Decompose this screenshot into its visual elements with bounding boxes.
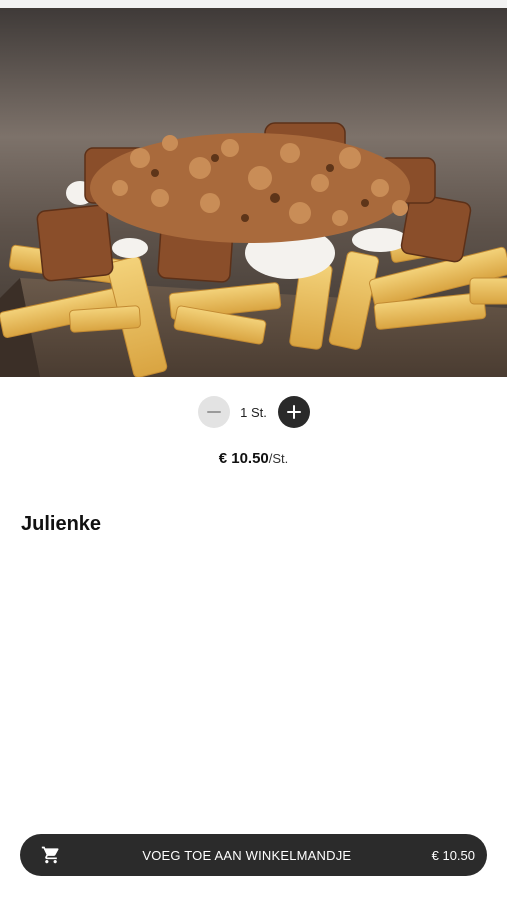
- price-unit: /St.: [268, 451, 289, 466]
- cart-total-price: € 10.50: [431, 847, 475, 863]
- increase-quantity-button[interactable]: [277, 396, 310, 428]
- plus-icon: [286, 405, 301, 419]
- status-strip: [0, 0, 507, 8]
- minus-icon: [206, 411, 221, 413]
- quantity-stepper: 1 St.: [0, 395, 507, 429]
- quantity-value: 1 St.: [240, 404, 267, 420]
- add-to-cart-label: VOEG TOE AAN WINKELMANDJE: [142, 847, 352, 863]
- close-button[interactable]: [459, 31, 483, 55]
- product-image: [0, 8, 507, 377]
- add-to-cart-button[interactable]: VOEG TOE AAN WINKELMANDJE € 10.50: [20, 834, 487, 876]
- price-amount: € 10.50: [218, 450, 269, 467]
- shopping-cart-icon: [40, 844, 62, 866]
- product-title: Julienke: [21, 513, 102, 535]
- close-icon: [459, 31, 507, 377]
- fries-photo-illustration: [0, 8, 507, 377]
- decrease-quantity-button[interactable]: [197, 396, 230, 428]
- product-detail-screen: 1 St. € 10.50/St. Julienke VOEG TOE AAN …: [0, 0, 507, 900]
- unit-price: € 10.50/St.: [0, 450, 507, 467]
